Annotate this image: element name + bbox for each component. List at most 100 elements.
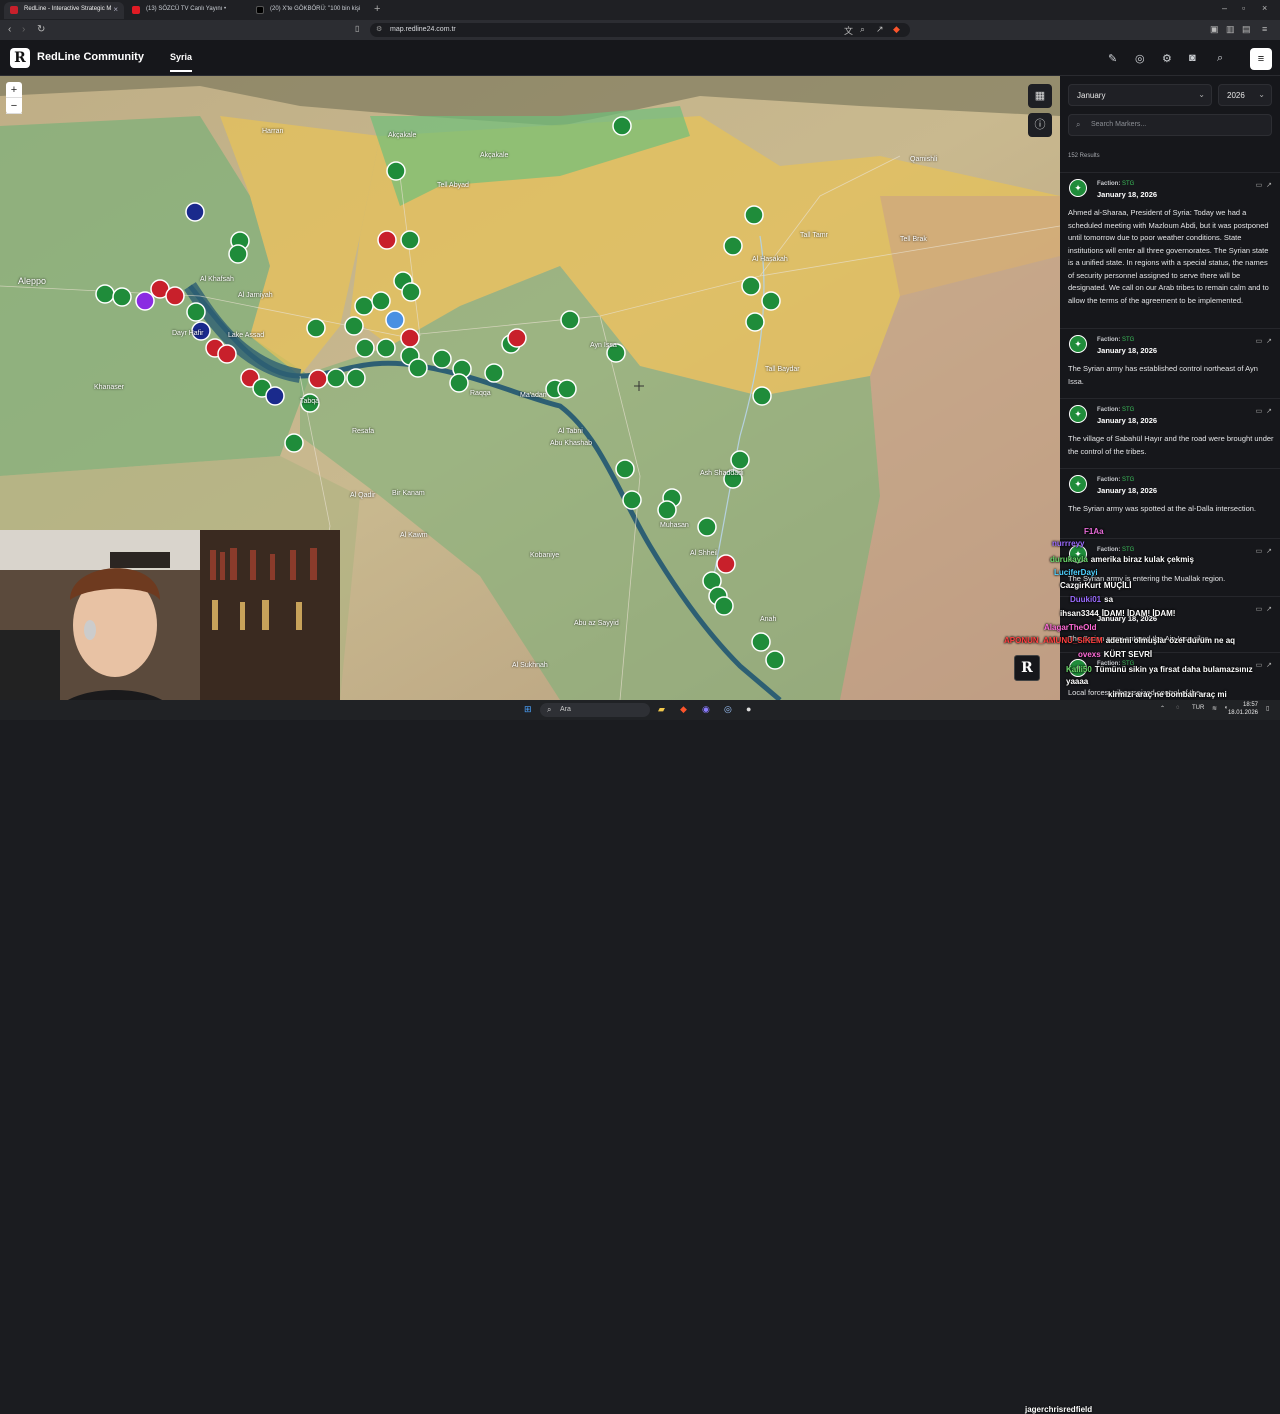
map-label: Dayr Hafir xyxy=(172,330,204,337)
site-info-icon[interactable]: ⚙ xyxy=(376,25,382,33)
zoom-icon[interactable]: ⌕ xyxy=(860,24,865,35)
close-window-button[interactable]: × xyxy=(1262,3,1267,13)
browser-tab-redline[interactable]: RedLine - Interactive Strategic M × xyxy=(4,2,124,19)
map-label: Khanaser xyxy=(94,384,124,391)
zoom-out-button[interactable]: − xyxy=(6,98,22,114)
clock-date: 18.01.2026 xyxy=(1227,710,1258,716)
notification-icon[interactable]: ▯ xyxy=(1266,705,1269,712)
results-count: 152 Results xyxy=(1068,153,1100,159)
chat-message: F1Aa xyxy=(1084,527,1104,536)
search-icon: ⌕ xyxy=(1076,120,1081,129)
webcam-overlay xyxy=(0,530,340,720)
address-bar-row: ‹ › ↻ ▯ ⚙ map.redline24.com.tr 文 ⌕ ↗ ◆ ▣… xyxy=(0,20,1280,40)
video-icon[interactable]: ▭ xyxy=(1256,182,1263,189)
entry-actions: ▭ ↗ xyxy=(1256,181,1272,189)
map-label: Tabqa xyxy=(300,398,320,405)
chat-message: ihsan3344 İDAM! İDAM! İDAM! xyxy=(1060,609,1176,618)
network-icon[interactable]: ◌ xyxy=(1176,705,1180,711)
external-link-icon[interactable]: ↗ xyxy=(1266,338,1272,345)
browser-tab-x[interactable]: (20) X'te GÖKBÖRÜ: "100 bin kişi xyxy=(250,2,372,19)
faction-line: Faction: STG xyxy=(1097,407,1135,413)
browser-menu-icon[interactable]: ≡ xyxy=(1262,24,1267,34)
map-label: Tall Tamr xyxy=(800,232,828,239)
tab-syria[interactable]: Syria xyxy=(170,52,193,72)
map-label: Akçakale xyxy=(480,152,509,159)
map-layers-button[interactable]: ▦ xyxy=(1028,84,1052,108)
sidebar-toggle-icon[interactable]: ▥ xyxy=(1226,24,1235,35)
video-icon[interactable]: ▭ xyxy=(1256,408,1263,415)
system-clock[interactable]: 18:57 18.01.2026 xyxy=(1228,701,1258,717)
reload-icon[interactable]: ↻ xyxy=(37,24,45,35)
marker-search-input[interactable]: ⌕ Search Markers... xyxy=(1068,114,1272,136)
pin-icon[interactable]: ◎ xyxy=(1135,52,1145,65)
map-label: Akçakale xyxy=(388,132,417,139)
discord-icon[interactable]: ◉ xyxy=(702,704,710,715)
zoom-in-button[interactable]: + xyxy=(6,82,22,98)
map-label: Al Khafsah xyxy=(200,276,234,283)
file-explorer-icon[interactable]: ▰ xyxy=(658,704,665,715)
faction-name: STG xyxy=(1122,407,1135,413)
start-icon[interactable]: ⊞ xyxy=(524,704,532,715)
entry-text: Ahmed al-Sharaa, President of Syria: Tod… xyxy=(1068,208,1269,305)
faction-name: STG xyxy=(1122,337,1135,343)
map-label: Al Sukhnah xyxy=(512,662,548,669)
chat-message: APONUN_AMUNU_SIKEM adetmi olmuşlar özel d… xyxy=(1004,636,1236,645)
entry-text: The village of Sabahül Hayır and the roa… xyxy=(1068,434,1274,456)
forward-icon[interactable]: › xyxy=(22,24,25,35)
entry-text: The Syrian army has established control … xyxy=(1068,364,1258,386)
external-link-icon[interactable]: ↗ xyxy=(1266,408,1272,415)
bookmark-icon[interactable]: ▯ xyxy=(355,24,359,33)
wallet-icon[interactable]: ▤ xyxy=(1242,24,1251,35)
chevron-down-icon: ⌄ xyxy=(1198,90,1205,99)
chat-message: Duuki01 sa xyxy=(1070,595,1114,604)
map-label: Abu Khashab xyxy=(550,440,593,447)
menu-button[interactable]: ≡ xyxy=(1250,48,1272,70)
month-value: January xyxy=(1077,91,1106,100)
external-link-icon[interactable]: ↗ xyxy=(1266,182,1272,189)
month-select[interactable]: January ⌄ xyxy=(1068,84,1212,106)
minimize-button[interactable]: – xyxy=(1222,3,1227,13)
brave-shield-icon[interactable]: ◆ xyxy=(893,24,900,35)
new-tab-button[interactable]: + xyxy=(374,3,380,15)
edit-location-icon[interactable]: ✎ xyxy=(1108,52,1117,65)
marker-entry[interactable]: ✦ Faction: STG January 18, 2026 ▭ ↗ Ahme… xyxy=(1060,172,1280,324)
faction-line: Faction: STG xyxy=(1097,477,1135,483)
url-field[interactable]: ⚙ map.redline24.com.tr xyxy=(370,23,910,37)
map-label: Lake Assad xyxy=(228,332,265,339)
search-icon: ⌕ xyxy=(547,705,552,714)
maximize-button[interactable]: ▫ xyxy=(1242,3,1245,13)
wifi-icon[interactable]: ≋ xyxy=(1212,705,1217,712)
entry-date: January 18, 2026 xyxy=(1097,190,1158,199)
browser-tab-sozcu[interactable]: (13) SÖZCÜ TV Canlı Yayını • xyxy=(126,2,248,19)
tray-expand-icon[interactable]: ⌃ xyxy=(1160,705,1165,712)
brand-name[interactable]: RedLine Community xyxy=(37,51,144,63)
close-tab-icon[interactable]: × xyxy=(113,5,118,14)
entry-date: January 18, 2026 xyxy=(1097,486,1158,495)
search-icon[interactable]: ⌕ xyxy=(1217,52,1223,65)
translate-icon[interactable]: 文 xyxy=(844,24,853,37)
map-info-button[interactable]: ⓘ xyxy=(1028,113,1052,137)
map-label: Harran xyxy=(262,128,284,135)
share-icon[interactable]: ↗ xyxy=(876,24,884,35)
taskbar-search[interactable]: ⌕ Ara xyxy=(540,703,650,717)
map-label: Al Kawm xyxy=(400,532,428,539)
taskbar-search-label: Ara xyxy=(560,706,571,713)
marker-entry[interactable]: ✦ Faction: STG January 18, 2026 ▭ ↗ The … xyxy=(1060,328,1280,398)
app-logo[interactable]: R xyxy=(10,48,30,68)
entry-actions: ▭ ↗ xyxy=(1256,337,1272,345)
map-label: Al Tabni xyxy=(558,428,583,435)
steam-icon[interactable]: ◎ xyxy=(724,704,732,715)
brave-browser-icon[interactable]: ◆ xyxy=(680,704,687,715)
camera-icon[interactable]: ◙ xyxy=(1189,52,1196,64)
stream-chat-overlay: F1Aa nurrreyy durukayla amerika biraz kul… xyxy=(1000,525,1280,705)
back-icon[interactable]: ‹ xyxy=(8,24,11,35)
year-select[interactable]: 2026 ⌄ xyxy=(1218,84,1272,106)
input-language[interactable]: TUR xyxy=(1192,705,1204,711)
obs-icon[interactable]: ● xyxy=(746,704,751,714)
extensions-icon[interactable]: ▣ xyxy=(1210,24,1219,35)
video-icon[interactable]: ▭ xyxy=(1256,338,1263,345)
marker-entry[interactable]: ✦ Faction: STG January 18, 2026 ▭ ↗ The … xyxy=(1060,398,1280,468)
map-label: Al Jarniyah xyxy=(238,292,273,299)
settings-icon[interactable]: ⚙ xyxy=(1162,52,1172,65)
map-label: Qamishli xyxy=(910,156,938,163)
